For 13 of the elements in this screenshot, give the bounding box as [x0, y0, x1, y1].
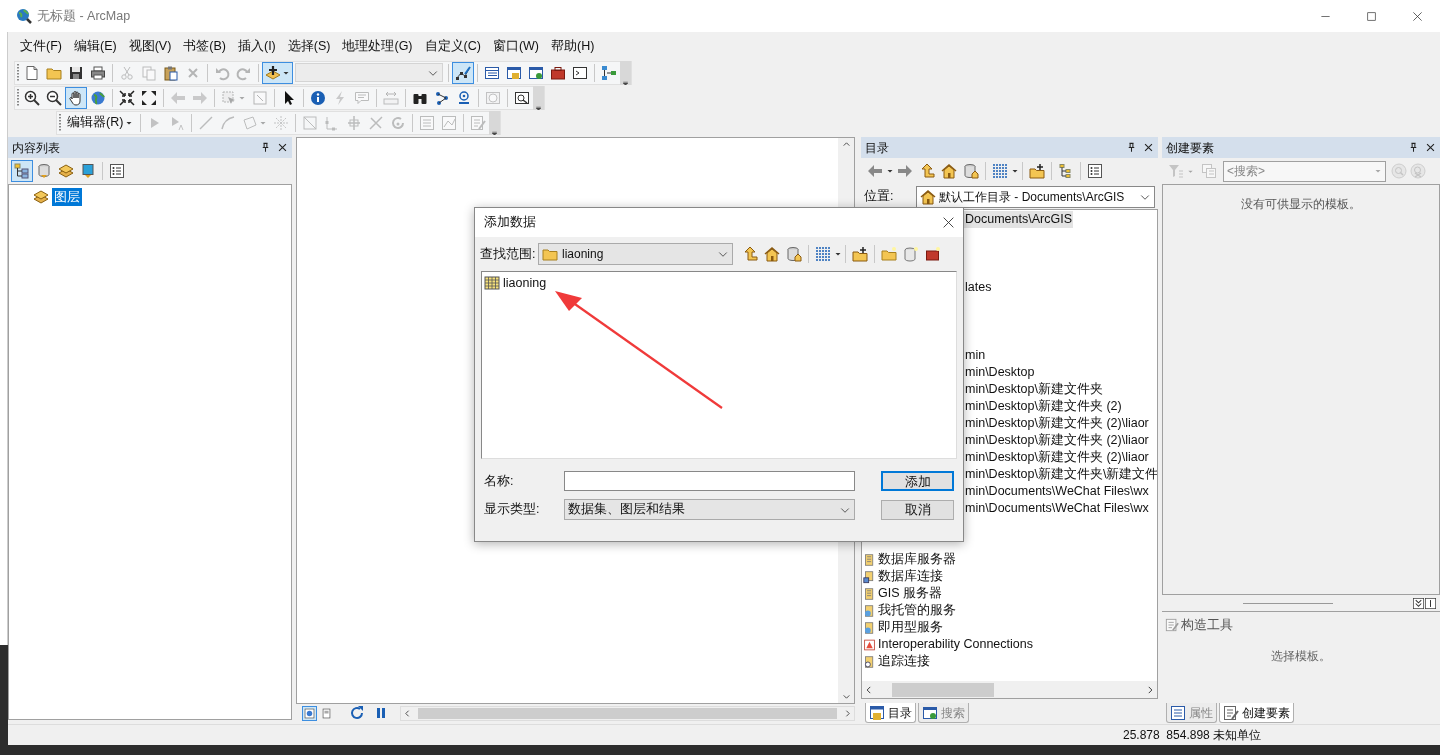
construct-message: 选择模板。	[1271, 647, 1331, 665]
panel-title: 目录	[865, 139, 890, 157]
empty-message: 没有可供显示的模板。	[1241, 196, 1361, 213]
name-label: 名称:	[484, 472, 515, 490]
location-label: 位置:	[864, 188, 895, 206]
coordinates: 25.878 854.898 未知单位	[1123, 727, 1262, 744]
panel-title: 内容列表	[12, 139, 61, 157]
panel-title: 创建要素	[1166, 139, 1215, 157]
section-title: 构造工具	[1181, 617, 1233, 634]
dialog-title: 添加数据	[484, 214, 537, 232]
look-in-label: 查找范围:	[480, 245, 537, 263]
window-title: 无标题 - ArcMap	[37, 7, 131, 25]
type-label: 显示类型:	[484, 501, 541, 519]
